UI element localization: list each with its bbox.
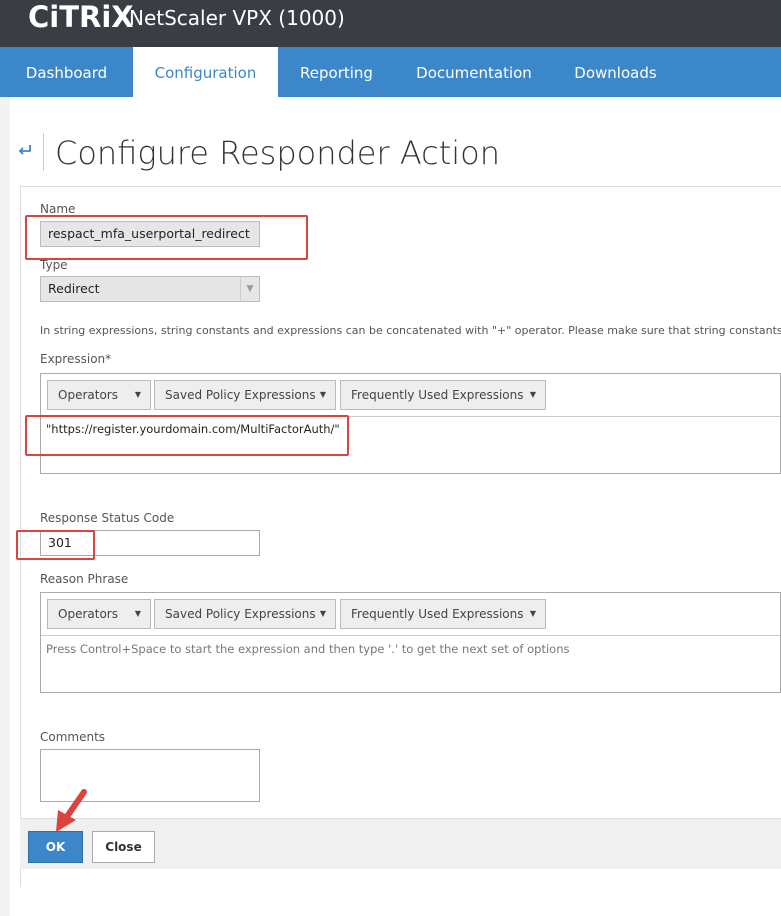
main-nav: Dashboard Configuration Reporting Docume… bbox=[0, 47, 781, 97]
close-button[interactable]: Close bbox=[92, 831, 155, 863]
highlight-box-name bbox=[25, 215, 308, 260]
citrix-logo: CiTRiX bbox=[28, 0, 134, 34]
top-bar: CiTRiX NetScaler VPX (1000) bbox=[0, 0, 781, 47]
saved-policy-label: Saved Policy Expressions bbox=[165, 388, 316, 402]
type-label: Type bbox=[40, 258, 68, 272]
highlight-box-status bbox=[16, 530, 95, 560]
status-code-label: Response Status Code bbox=[40, 511, 175, 525]
operators-label: Operators bbox=[58, 607, 118, 621]
expression-toolbar: Operators ▼ Saved Policy Expressions ▼ F… bbox=[41, 374, 780, 417]
back-arrow-icon[interactable] bbox=[18, 140, 32, 161]
frequently-used-label: Frequently Used Expressions bbox=[351, 607, 524, 621]
reason-toolbar: Operators ▼ Saved Policy Expressions ▼ F… bbox=[41, 593, 780, 636]
caret-down-icon: ▼ bbox=[319, 609, 326, 618]
product-name: NetScaler VPX (1000) bbox=[129, 6, 345, 30]
reason-phrase-editor: Operators ▼ Saved Policy Expressions ▼ F… bbox=[40, 592, 781, 693]
name-label: Name bbox=[40, 202, 76, 216]
tab-dashboard[interactable]: Dashboard bbox=[0, 47, 133, 97]
tab-configuration[interactable]: Configuration bbox=[133, 47, 278, 97]
pointer-arrow-icon bbox=[50, 788, 90, 841]
page-title: Configure Responder Action bbox=[55, 134, 501, 172]
caret-down-icon: ▼ bbox=[134, 609, 141, 618]
title-divider bbox=[43, 133, 44, 171]
saved-policy-label: Saved Policy Expressions bbox=[165, 607, 316, 621]
caret-down-icon: ▼ bbox=[134, 390, 141, 399]
comments-label: Comments bbox=[40, 730, 106, 744]
saved-policy-expressions-dropdown[interactable]: Saved Policy Expressions ▼ bbox=[154, 599, 336, 629]
tab-downloads[interactable]: Downloads bbox=[553, 47, 678, 97]
tab-reporting[interactable]: Reporting bbox=[278, 47, 395, 97]
expression-label: Expression* bbox=[40, 352, 112, 366]
tab-documentation[interactable]: Documentation bbox=[395, 47, 553, 97]
left-strip bbox=[0, 97, 10, 916]
frequently-used-expressions-dropdown[interactable]: Frequently Used Expressions ▼ bbox=[340, 599, 546, 629]
type-select[interactable]: Redirect ▼ bbox=[40, 276, 260, 302]
operators-dropdown[interactable]: Operators ▼ bbox=[47, 599, 151, 629]
operators-dropdown[interactable]: Operators ▼ bbox=[47, 380, 151, 410]
type-select-value: Redirect bbox=[48, 281, 100, 296]
caret-down-icon: ▼ bbox=[319, 390, 326, 399]
caret-down-icon: ▼ bbox=[529, 390, 536, 399]
frequently-used-label: Frequently Used Expressions bbox=[351, 388, 524, 402]
chevron-down-icon: ▼ bbox=[240, 277, 259, 301]
reason-phrase-input[interactable]: Press Control+Space to start the express… bbox=[46, 642, 570, 656]
operators-label: Operators bbox=[58, 388, 118, 402]
saved-policy-expressions-dropdown[interactable]: Saved Policy Expressions ▼ bbox=[154, 380, 336, 410]
expression-hint: In string expressions, string constants … bbox=[40, 324, 781, 337]
frequently-used-expressions-dropdown[interactable]: Frequently Used Expressions ▼ bbox=[340, 380, 546, 410]
caret-down-icon: ▼ bbox=[529, 609, 536, 618]
reason-phrase-label: Reason Phrase bbox=[40, 572, 129, 586]
highlight-box-expression bbox=[25, 415, 349, 456]
